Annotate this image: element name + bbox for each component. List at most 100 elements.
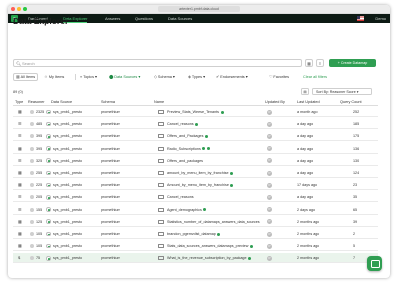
table-row[interactable]: ▦ 225 sys_pmb1_presto promethium Amount_by_m… bbox=[13, 180, 378, 191]
data-source-icon bbox=[46, 219, 51, 225]
endorsed-badge-icon bbox=[230, 183, 234, 187]
table-row[interactable]: ☰ 395 sys_pmb1_presto promethium Offers_and_… bbox=[13, 131, 378, 142]
user-menu[interactable]: Demo bbox=[375, 15, 386, 22]
col-data-source[interactable]: Data Source bbox=[51, 98, 72, 106]
topics-filter[interactable]: ≡Topics ▾ bbox=[80, 73, 97, 81]
minimize-dot-icon[interactable] bbox=[17, 7, 21, 11]
item-name: Statistics_number_of_datamaps_answers_da… bbox=[167, 219, 260, 224]
address-bar[interactable]: artexter1.pmbf.data.cloud bbox=[158, 6, 240, 12]
close-dot-icon[interactable] bbox=[11, 7, 15, 11]
data-source-cell[interactable]: sys_pmb1_presto bbox=[53, 107, 99, 117]
data-source-cell[interactable]: sys_pmb1_presto bbox=[53, 168, 99, 178]
tag-icon: ≡ bbox=[80, 75, 83, 79]
filter-button[interactable]: ≡ bbox=[316, 59, 324, 67]
name-cell[interactable]: Stats_data_sources_answers_datamaps_prev… bbox=[167, 241, 263, 251]
datamap-icon bbox=[158, 183, 164, 188]
divider bbox=[75, 74, 76, 80]
language-flag-icon[interactable] bbox=[357, 16, 364, 21]
all-items-tab[interactable]: ▦All Items bbox=[13, 73, 39, 81]
col-query-count[interactable]: Query Count bbox=[340, 98, 362, 106]
name-cell[interactable]: Cancel_reasons bbox=[167, 192, 263, 202]
page-title: Data Explorer bbox=[13, 16, 69, 26]
name-cell[interactable]: Cancel_reasons bbox=[167, 119, 263, 129]
table-row[interactable]: ▦ 2325 sys_pmb1_presto promethium Preview_St… bbox=[13, 107, 378, 117]
name-cell[interactable]: Preview_Stats_Weese_Tenants bbox=[167, 107, 263, 117]
dollar-icon: $ bbox=[18, 255, 21, 261]
endorsements-filter[interactable]: ✔Endorsements ▾ bbox=[216, 73, 248, 81]
favorites-filter[interactable]: ♡Favorites bbox=[269, 73, 289, 81]
data-source-cell[interactable]: sys_pmb1_presto bbox=[53, 217, 99, 227]
data-source-icon bbox=[46, 195, 51, 200]
table-row[interactable]: ▦ 255 sys_pmb1_presto promethium amount_by_m… bbox=[13, 168, 378, 178]
data-source-cell[interactable]: sys_pmb1_presto bbox=[53, 131, 99, 141]
sort-select[interactable]: Sort By: Reasoner Score ▾ bbox=[312, 88, 372, 95]
table-row[interactable]: ▦ 395 sys_pmb1_presto promethium Radio_Subsc… bbox=[13, 144, 378, 154]
data-source-cell[interactable]: sys_pmb1_presto bbox=[53, 229, 99, 239]
name-cell[interactable]: Agent_demographics bbox=[167, 205, 263, 215]
name-cell[interactable]: brandon_pgemvdist_datamap bbox=[167, 229, 263, 239]
col-reasoner[interactable]: Reasoner bbox=[28, 98, 44, 106]
name-cell[interactable]: amount_by_menu_item_by_franchise bbox=[167, 168, 263, 178]
data-source-cell[interactable]: sys_pmb1_presto bbox=[53, 241, 99, 251]
clear-filters-link[interactable]: Clear all filters bbox=[303, 73, 327, 81]
schema-cell: promethium bbox=[101, 219, 121, 224]
table-row[interactable]: $75 sys_pmb1_presto promethium What_is_the_… bbox=[13, 253, 378, 264]
schema-icon: ◇ bbox=[154, 75, 157, 79]
col-last-updated[interactable]: Last Updated bbox=[297, 98, 320, 106]
datamap-icon bbox=[158, 134, 164, 139]
grid-view-button[interactable]: ▦ bbox=[305, 59, 313, 67]
data-sources-filter[interactable]: ⬤Data Sources ▾ bbox=[109, 73, 140, 81]
table-row[interactable]: ▦ 105 sys_pmb1_presto promethium Stats_data_… bbox=[13, 241, 378, 252]
datamap-icon bbox=[158, 195, 164, 200]
data-source-cell[interactable]: sys_pmb1_presto bbox=[53, 192, 99, 202]
name-cell[interactable]: Amount_by_menu_item_by_franchise bbox=[167, 180, 263, 190]
data-sources-label: Data Sources bbox=[114, 75, 138, 79]
types-filter[interactable]: ◈Types ▾ bbox=[188, 73, 205, 81]
last-updated-cell: a day ago bbox=[297, 158, 314, 163]
name-cell[interactable]: Offers_and_packages bbox=[167, 156, 263, 166]
name-cell[interactable]: Offers_and_Packages bbox=[167, 131, 263, 141]
schema-filter[interactable]: ◇Schema ▾ bbox=[154, 73, 175, 81]
query-count-cell: 136 bbox=[353, 146, 360, 151]
create-datamap-button[interactable]: + Create Datamap bbox=[329, 59, 376, 67]
calendar-icon[interactable]: ▤ bbox=[301, 88, 309, 95]
col-updated-by[interactable]: Updated By bbox=[265, 98, 285, 106]
table-row[interactable]: ▦ 105 sys_pmb1_presto promethium brandon_pge… bbox=[13, 229, 378, 239]
favorites-label: Favorites bbox=[273, 75, 290, 79]
last-updated-cell: a month ago bbox=[297, 110, 318, 114]
data-source-cell[interactable]: sys_pmb1_presto bbox=[53, 180, 99, 190]
dataset-icon: ☰ bbox=[18, 206, 22, 212]
table-row[interactable]: ☰ 485 sys_pmb1_presto promethium Cancel_reas… bbox=[13, 119, 378, 130]
table-row[interactable]: ☰ 325 sys_pmb1_presto promethium Offers_and_… bbox=[13, 156, 378, 166]
name-cell[interactable]: What_is_the_revenue_subscription_by_pack… bbox=[167, 253, 263, 263]
data-source-cell[interactable]: sys_pmb1_presto bbox=[53, 205, 99, 215]
table-row[interactable]: ▦ 125 sys_pmb1_presto promethium Statistics_… bbox=[13, 217, 378, 227]
reasoner-score: 105 bbox=[36, 244, 43, 249]
schema-cell: promethium bbox=[101, 232, 121, 236]
name-cell[interactable]: Statistics_number_of_datamaps_answers_da… bbox=[167, 217, 263, 227]
sort-label: Sort By: Reasoner Score bbox=[316, 90, 356, 94]
col-type[interactable]: Type bbox=[15, 98, 23, 106]
col-name[interactable]: Name bbox=[154, 98, 164, 106]
data-source-cell[interactable]: sys_pmb1_presto bbox=[53, 253, 99, 263]
nav-data-sources[interactable]: Data Sources bbox=[168, 14, 192, 23]
endorsed-badge-icon bbox=[248, 256, 252, 260]
table-row[interactable]: ☰ 155 sys_pmb1_presto promethium Agent_demog… bbox=[13, 205, 378, 215]
maximize-dot-icon[interactable] bbox=[23, 7, 27, 11]
item-name: Amount_by_menu_item_by_franchise bbox=[167, 183, 229, 188]
datamap-icon bbox=[158, 232, 164, 236]
name-cell[interactable]: Radio_Subscriptions bbox=[167, 144, 263, 154]
chat-icon[interactable] bbox=[367, 256, 382, 271]
my-items-tab[interactable]: ☺My Items bbox=[44, 73, 64, 81]
col-schema[interactable]: Schema bbox=[101, 98, 115, 106]
data-source-icon bbox=[46, 231, 51, 237]
reasoner-icon bbox=[30, 244, 34, 249]
item-name: brandon_pgemvdist_datamap bbox=[167, 232, 216, 236]
data-source-cell[interactable]: sys_pmb1_presto bbox=[53, 144, 99, 154]
nav-questions[interactable]: Questions bbox=[135, 14, 153, 23]
data-source-cell[interactable]: sys_pmb1_presto bbox=[53, 119, 99, 129]
nav-answers[interactable]: Answers bbox=[105, 14, 120, 23]
data-source-cell[interactable]: sys_pmb1_presto bbox=[53, 156, 99, 166]
search-input[interactable]: 🔍︎ Search bbox=[13, 59, 302, 67]
table-row[interactable]: ☰ 205 sys_pmb1_presto promethium Cancel_reas… bbox=[13, 192, 378, 203]
